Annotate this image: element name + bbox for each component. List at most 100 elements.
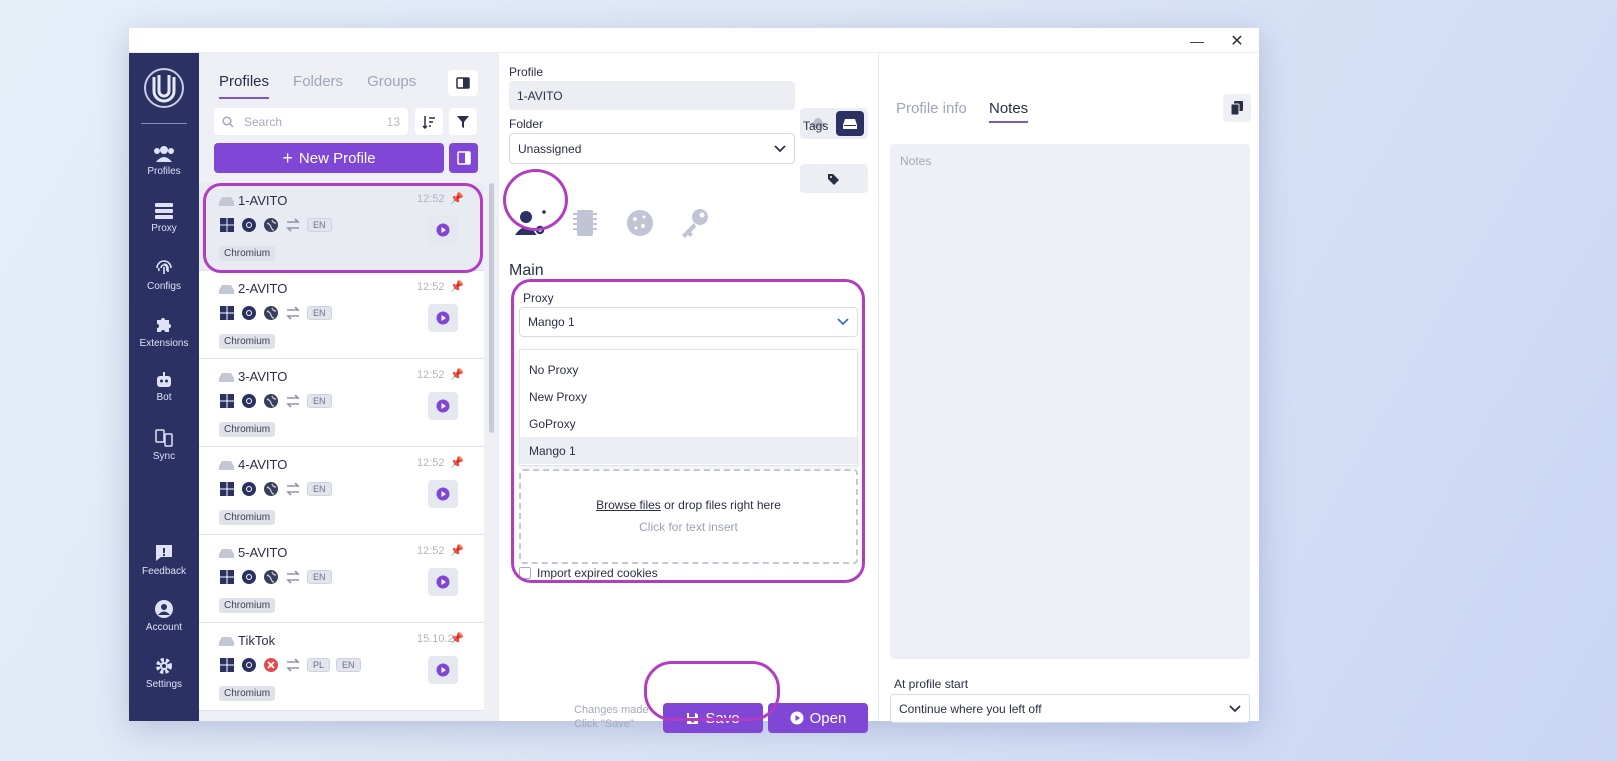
launch-profile-button[interactable]: [428, 392, 458, 420]
local-storage-button[interactable]: [836, 111, 864, 136]
swap-icon: [286, 218, 300, 232]
nav-item-account[interactable]: Account: [129, 599, 199, 633]
language-badge: EN: [307, 570, 332, 584]
language-badge: EN: [307, 218, 332, 232]
account-icon: [155, 600, 173, 618]
pin-icon[interactable]: 📌: [450, 368, 464, 381]
filter-icon: [457, 115, 469, 128]
play-circle-icon: [436, 487, 450, 501]
profile-name-input[interactable]: 1-AVITO: [509, 81, 795, 110]
profile-card[interactable]: 2-AVITO 12:52 📌 EN Chromium: [199, 271, 484, 359]
chrome-icon: [242, 218, 256, 232]
profile-card[interactable]: 3-AVITO 12:52 📌 EN Chromium: [199, 359, 484, 447]
drop-text: or drop files right here: [664, 498, 781, 512]
open-button[interactable]: Open: [768, 703, 868, 733]
folder-select[interactable]: Unassigned: [509, 133, 795, 164]
tab-passwords[interactable]: [673, 203, 717, 243]
tab-cookies[interactable]: [618, 203, 662, 243]
copy-button[interactable]: [1223, 94, 1251, 122]
pin-icon[interactable]: 📌: [450, 544, 464, 557]
folder-label: Folder: [509, 117, 544, 131]
browse-files-link[interactable]: Browse files: [596, 498, 661, 512]
cookie-drop-zone[interactable]: Browse files or drop files right here Cl…: [519, 469, 858, 564]
proxy-option[interactable]: New Proxy: [520, 383, 857, 410]
launch-profile-button[interactable]: [428, 304, 458, 332]
tab-notes[interactable]: Notes: [989, 100, 1029, 123]
chevron-down-icon: [1229, 704, 1241, 712]
language-badge: EN: [307, 306, 332, 320]
globe-icon: [264, 394, 278, 408]
profile-card[interactable]: 4-AVITO 12:52 📌 EN Chromium: [199, 447, 484, 535]
notes-textarea[interactable]: Notes: [890, 144, 1250, 659]
panel-toggle-button[interactable]: [448, 70, 478, 96]
swap-icon: [286, 306, 300, 320]
pin-icon[interactable]: 📌: [450, 632, 464, 645]
nav-item-settings[interactable]: Settings: [129, 656, 199, 690]
tab-groups[interactable]: Groups: [367, 73, 416, 99]
profile-time: 12:52: [417, 281, 445, 293]
user-settings-icon: [515, 210, 546, 236]
new-profile-button[interactable]: + New Profile: [214, 143, 444, 173]
chrome-icon: [242, 570, 256, 584]
nav-item-configs[interactable]: Configs: [129, 258, 199, 292]
nav-item-profiles[interactable]: Profiles: [129, 145, 199, 177]
launch-profile-button[interactable]: [428, 656, 458, 684]
filter-button[interactable]: [449, 108, 477, 135]
launch-profile-button[interactable]: [428, 568, 458, 596]
cookie-icon: [627, 210, 653, 236]
launch-profile-button[interactable]: [428, 480, 458, 508]
windows-icon: [220, 306, 234, 320]
pin-icon[interactable]: 📌: [450, 456, 464, 469]
profile-editor: Profile 1-AVITO Folder Unassigned Tags M…: [499, 53, 879, 733]
profile-time: 12:52: [417, 369, 445, 381]
proxy-option[interactable]: GoProxy: [520, 410, 857, 437]
nav-item-bot[interactable]: Bot: [129, 371, 199, 403]
chrome-icon: [242, 658, 256, 672]
quick-create-button[interactable]: [449, 143, 478, 173]
tab-profile-info[interactable]: Profile info: [896, 100, 967, 121]
start-behavior-select[interactable]: Continue where you left off: [890, 694, 1250, 723]
windows-icon: [220, 570, 234, 584]
proxy-option-selected[interactable]: Mango 1: [520, 437, 857, 464]
pin-icon[interactable]: 📌: [450, 280, 464, 293]
nav-item-feedback[interactable]: Feedback: [129, 543, 199, 577]
windows-icon: [220, 394, 234, 408]
nav-item-sync[interactable]: Sync: [129, 428, 199, 462]
tab-hardware[interactable]: [563, 203, 607, 243]
profile-card[interactable]: TikTok 15.10.24 📌 PL EN Chromium: [199, 623, 484, 711]
windows-icon: [220, 218, 234, 232]
profile-card[interactable]: 5-AVITO 12:52 📌 EN Chromium: [199, 535, 484, 623]
app-window: — ✕ Profiles Proxy Configs Extensions Bo…: [129, 28, 1259, 733]
save-button[interactable]: Save: [663, 703, 763, 733]
text-insert-hint[interactable]: Click for text insert: [521, 520, 856, 534]
windows-icon: [220, 482, 234, 496]
import-expired-checkbox[interactable]: Import expired cookies: [519, 566, 658, 580]
list-scrollbar[interactable]: [489, 183, 494, 433]
swap-icon: [286, 394, 300, 408]
globe-icon: [264, 570, 278, 584]
sort-button[interactable]: [415, 108, 443, 135]
tab-main-settings[interactable]: [509, 203, 553, 243]
nav-item-extensions[interactable]: Extensions: [129, 315, 199, 349]
tab-folders[interactable]: Folders: [293, 73, 343, 99]
nav-item-proxy[interactable]: Proxy: [129, 202, 199, 234]
chevron-down-icon: [774, 144, 786, 152]
swap-icon: [286, 482, 300, 496]
profile-name: 1-AVITO: [238, 193, 288, 208]
pin-icon[interactable]: 📌: [450, 192, 464, 205]
profile-card[interactable]: 1-AVITO 12:52 📌 EN Chromium: [199, 183, 484, 271]
windows-icon: [220, 658, 234, 672]
tags-button[interactable]: [800, 164, 868, 193]
close-button[interactable]: ✕: [1219, 28, 1255, 53]
proxy-select[interactable]: Mango 1: [519, 307, 858, 337]
play-circle-icon: [436, 663, 450, 677]
search-input[interactable]: Search 13: [214, 108, 408, 135]
tab-profiles[interactable]: Profiles: [219, 73, 270, 99]
chrome-icon: [242, 394, 256, 408]
open-label: Open: [809, 709, 847, 727]
proxy-option[interactable]: No Proxy: [520, 356, 857, 383]
launch-profile-button[interactable]: [428, 216, 458, 244]
minimize-button[interactable]: —: [1179, 28, 1215, 53]
hdd-icon: [219, 373, 234, 382]
checkbox-box[interactable]: [519, 567, 531, 579]
